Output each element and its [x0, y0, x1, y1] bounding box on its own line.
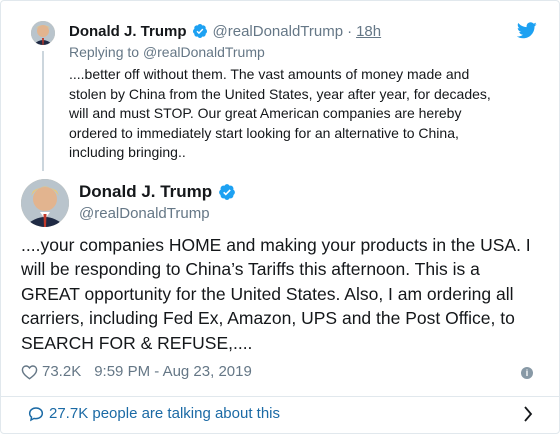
thread-connector-line [42, 51, 44, 171]
conversation-count[interactable]: 27.7K [49, 405, 88, 422]
tweet-meta-row: 73.2K 9:59 PM - Aug 23, 2019 [21, 363, 252, 380]
text-line: ....better off without them. The vast am… [69, 66, 470, 82]
embedded-tweet-card: Donald J. Trump @realDonaldTrump · 18h R… [0, 0, 560, 434]
author-display-name[interactable]: Donald J. Trump [79, 182, 236, 202]
main-tweet-text: ....your companies HOME and making your … [21, 233, 546, 355]
display-name-text[interactable]: Donald J. Trump [79, 182, 212, 202]
replying-to-label: Replying to [69, 44, 143, 60]
verified-badge-icon [219, 184, 236, 200]
like-count[interactable]: 73.2K [42, 363, 81, 380]
text-line: ....your companies HOME and making your … [21, 235, 531, 255]
author-handle[interactable]: @realDonaldTrump [79, 205, 210, 222]
conversation-link[interactable]: 27.7K people are talking about this [28, 405, 280, 422]
tweet-timestamp[interactable]: 9:59 PM - Aug 23, 2019 [94, 363, 252, 380]
parent-display-name[interactable]: Donald J. Trump [69, 23, 187, 40]
replying-to-line: Replying to @realDonaldTrump [69, 44, 265, 60]
divider [1, 396, 559, 397]
parent-tweet-text: ....better off without them. The vast am… [69, 65, 509, 163]
text-line: ordered to immediately start looking for… [69, 124, 459, 141]
speech-bubble-icon [28, 406, 44, 421]
parent-tweet: Donald J. Trump @realDonaldTrump · 18h R… [1, 1, 559, 171]
parent-avatar[interactable] [31, 21, 55, 45]
parent-handle[interactable]: @realDonaldTrump [213, 23, 344, 40]
text-line: including bringing.. [69, 144, 186, 160]
text-line: carriers, including Fed Ex, Amazon, UPS … [21, 308, 515, 329]
author-avatar[interactable] [21, 179, 69, 227]
text-line: will and must STOP. Our great American c… [69, 105, 462, 121]
parent-timestamp-link[interactable]: 18h [356, 23, 381, 40]
text-line: will be responding to China’s Tariffs th… [21, 259, 480, 280]
conversation-label[interactable]: people are talking about this [92, 405, 280, 422]
twitter-bird-icon[interactable] [517, 22, 537, 39]
parent-header: Donald J. Trump @realDonaldTrump · 18h [69, 20, 381, 42]
info-icon[interactable]: i [521, 367, 533, 379]
replying-to-handle-link[interactable]: @realDonaldTrump [143, 44, 265, 60]
heart-icon[interactable] [21, 364, 38, 380]
text-line: GREAT opportunity for the United States.… [21, 283, 514, 304]
verified-badge-icon [192, 24, 207, 38]
text-line: stolen by China from the United States, … [69, 85, 491, 102]
chevron-right-icon[interactable] [523, 405, 533, 423]
separator-dot: · [347, 22, 353, 40]
text-line: SEARCH FOR & REFUSE,.... [21, 332, 253, 353]
